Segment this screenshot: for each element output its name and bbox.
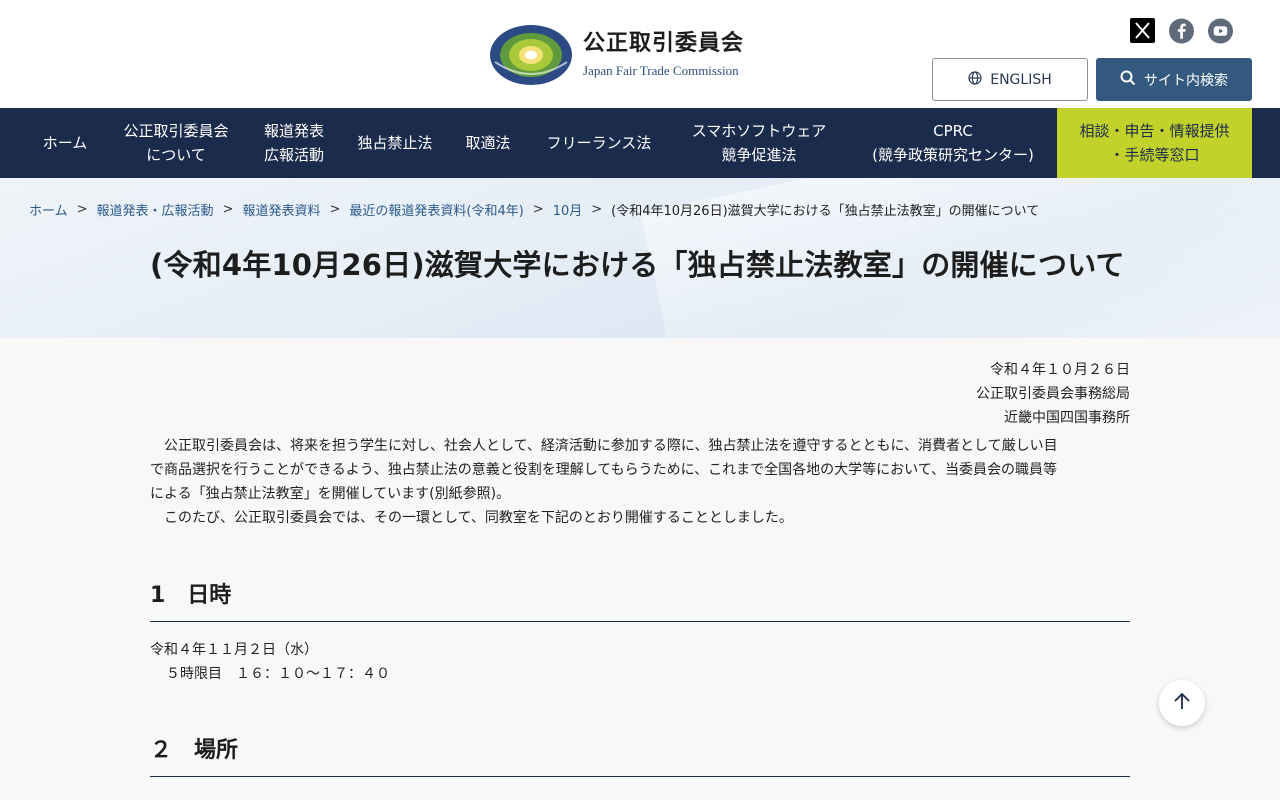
youtube-icon[interactable] <box>1208 18 1233 43</box>
intro-line-1: 公正取引委員会は、将来を担う学生に対し、社会人として、経済活動に参加する際に、独… <box>164 438 1058 454</box>
section-heading-location: ２ 場所 <box>150 732 1130 777</box>
event-date: 令和４年１１月２日（水） <box>150 642 318 658</box>
main-content: 令和４年１０月２６日 公正取引委員会事務総局 近畿中国四国事務所 公正取引委員会… <box>150 358 1130 530</box>
org-name-en: Japan Fair Trade Commission <box>583 63 739 78</box>
intro-paragraph-2: このたび、公正取引委員会では、その一環として、同教室を下記のとおり開催することと… <box>164 510 793 526</box>
release-meta: 令和４年１０月２６日 公正取引委員会事務総局 近畿中国四国事務所 <box>150 358 1130 430</box>
search-icon <box>1120 70 1136 90</box>
issuer-office: 近畿中国四国事務所 <box>1004 410 1130 426</box>
nav-home[interactable]: ホーム <box>28 108 102 178</box>
facebook-icon[interactable] <box>1169 18 1194 43</box>
arrow-up-icon <box>1173 691 1191 715</box>
back-to-top-button[interactable] <box>1159 680 1205 726</box>
nav-freelance[interactable]: フリーランス法 <box>533 108 665 178</box>
nav-antimonopoly[interactable]: 独占禁止法 <box>347 108 443 178</box>
breadcrumb-separator: > <box>329 202 341 217</box>
english-button[interactable]: ENGLISH <box>932 58 1088 101</box>
page-hero: ホーム > 報道発表・広報活動 > 報道発表資料 > 最近の報道発表資料(令和4… <box>0 178 1280 338</box>
jftc-emblem-icon <box>489 24 573 86</box>
x-icon[interactable] <box>1130 18 1155 43</box>
event-time: ５時限目 １６：１０～１７：４０ <box>166 666 390 682</box>
nav-about[interactable]: 公正取引委員会 について <box>112 108 240 178</box>
org-name-ja: 公正取引委員会 <box>583 31 745 56</box>
issuer-bureau: 公正取引委員会事務総局 <box>976 386 1130 402</box>
section-heading-datetime: 1 日時 <box>150 577 1130 622</box>
breadcrumb-press-materials[interactable]: 報道発表資料 <box>242 200 320 219</box>
site-logo[interactable]: 公正取引委員会 Japan Fair Trade Commission <box>489 24 744 86</box>
breadcrumb-current: (令和4年10月26日)滋賀大学における「独占禁止法教室」の開催について <box>611 204 1040 219</box>
nav-press[interactable]: 報道発表 広報活動 <box>252 108 336 178</box>
breadcrumb: ホーム > 報道発表・広報活動 > 報道発表資料 > 最近の報道発表資料(令和4… <box>29 200 1039 219</box>
breadcrumb-separator: > <box>222 202 234 217</box>
intro-paragraph: 公正取引委員会は、将来を担う学生に対し、社会人として、経済活動に参加する際に、独… <box>150 434 1130 530</box>
breadcrumb-press[interactable]: 報道発表・広報活動 <box>97 200 214 219</box>
globe-icon <box>968 70 982 89</box>
site-header: 公正取引委員会 Japan Fair Trade Commission ENGL… <box>0 0 1280 108</box>
intro-line-2: で商品選択を行うことができるよう、独占禁止法の意義と役割を理解してもらうために、… <box>150 462 1058 478</box>
section-datetime-body: 令和４年１１月２日（水） ５時限目 １６：１０～１７：４０ <box>150 638 390 686</box>
global-nav: ホーム 公正取引委員会 について 報道発表 広報活動 独占禁止法 取適法 フリー… <box>0 108 1280 178</box>
breadcrumb-recent-r4[interactable]: 最近の報道発表資料(令和4年) <box>349 200 523 219</box>
search-label: サイト内検索 <box>1144 72 1228 89</box>
nav-subcontract[interactable]: 取適法 <box>455 108 521 178</box>
nav-cprc[interactable]: CPRC (競争政策研究センター) <box>853 108 1053 178</box>
breadcrumb-separator: > <box>76 202 88 217</box>
english-label: ENGLISH <box>990 71 1052 88</box>
breadcrumb-october[interactable]: 10月 <box>553 200 583 219</box>
nav-smartphone-act[interactable]: スマホソフトウェア 競争促進法 <box>676 108 842 178</box>
breadcrumb-home[interactable]: ホーム <box>29 200 68 219</box>
breadcrumb-separator: > <box>532 202 544 217</box>
breadcrumb-separator: > <box>591 202 603 217</box>
intro-line-3: による「独占禁止法教室」を開催しています(別紙参照)。 <box>150 486 511 502</box>
release-date: 令和４年１０月２６日 <box>990 362 1130 378</box>
nav-consultation[interactable]: 相談・申告・情報提供 ・手続等窓口 <box>1057 108 1252 178</box>
page-title: (令和4年10月26日)滋賀大学における「独占禁止法教室」の開催について <box>150 248 1125 282</box>
social-links <box>1130 18 1233 43</box>
site-search-button[interactable]: サイト内検索 <box>1096 58 1252 101</box>
